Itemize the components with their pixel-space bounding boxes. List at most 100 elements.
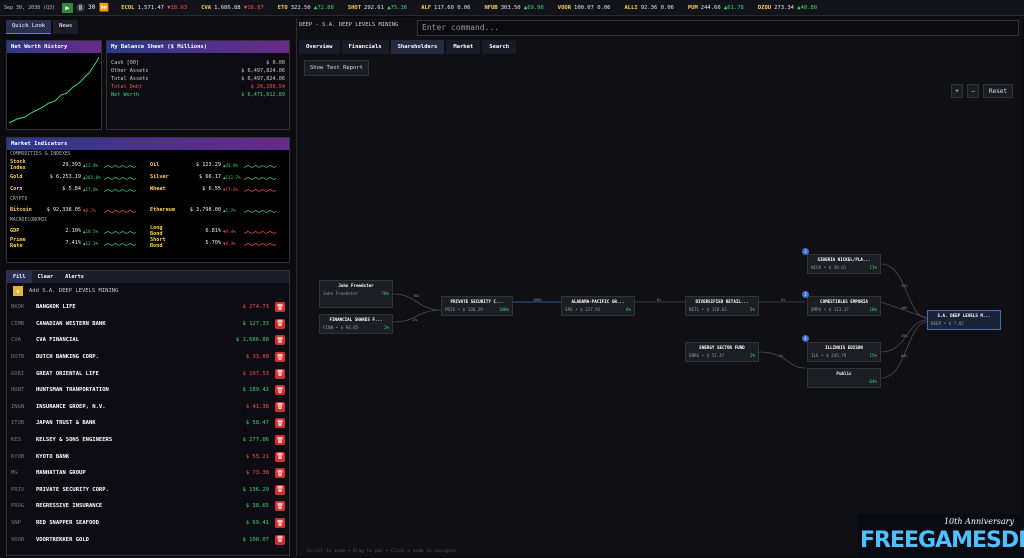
node-title: ILLINOIS EDISON xyxy=(825,345,863,350)
sparkline xyxy=(104,176,137,180)
indicator-value: $ 6.55 xyxy=(202,186,221,192)
trash-icon[interactable]: 🗑 xyxy=(275,335,285,346)
ticker-item[interactable]: ALF 117.60 0.06 xyxy=(421,5,470,11)
node-title: FINANCIAL SHARES F... xyxy=(329,317,383,322)
edge-label: 10% xyxy=(901,306,908,310)
trash-icon[interactable]: 🗑 xyxy=(275,401,285,412)
watch-price: $ 189.42 xyxy=(242,387,270,394)
watchlist-row[interactable]: BKOK BANGKOK LIFE $ 274.73 🗑 xyxy=(7,299,289,316)
watchlist-row[interactable]: PRIV PRIVATE SECURITY CORP. $ 136.29 🗑 xyxy=(7,482,289,499)
edge-label: 15% xyxy=(901,334,908,338)
node-sub: PRIV • $ 136.29 xyxy=(445,307,483,312)
watch-name: VOORTREKKER GOLD xyxy=(36,536,89,543)
watch-symbol: MG xyxy=(11,470,18,477)
trash-icon[interactable]: 🗑 xyxy=(275,435,285,446)
balance-row: Net Worth $ 6,471,612.89 xyxy=(107,91,289,99)
ticker-item[interactable]: ALLI 92.36 0.06 xyxy=(624,5,673,11)
indicator-row: Prime Rate 7.41% ▲12.3% xyxy=(10,237,146,249)
node-sub: EMPO • $ 113.37 xyxy=(811,307,849,312)
ticker-item[interactable]: ECOL 1,571.47 ▼18.63 xyxy=(121,5,187,11)
watchlist-row[interactable]: CIMB CANADIAN WESTERN BANK $ 127.33 🗑 xyxy=(7,316,289,333)
speed-display[interactable]: 30 xyxy=(88,4,95,11)
ticker-item[interactable]: ETO 322.50 ▲72.88 xyxy=(278,5,334,11)
ticker-item[interactable]: NFUB 303.50 ▲69.96 xyxy=(484,5,543,11)
node-comestibles-emporia[interactable]: COMESTIBLES EMPORIA EMPO • $ 113.37 10% xyxy=(807,296,881,316)
ticker-item[interactable]: VOOR 100.07 0.06 xyxy=(558,5,611,11)
ticker-item[interactable]: SHOT 292.61 ▲75.36 xyxy=(348,5,407,11)
node-diversified-retail[interactable]: DIVERSIFIED RETAIL... RETL • $ 118.63 5% xyxy=(685,296,759,316)
balance-sheet-title: My Balance Sheet ($ Millions) xyxy=(107,41,289,53)
watchlist-row[interactable]: CVA CVA FINANCIAL $ 1,686.88 🗑 xyxy=(7,332,289,349)
indicator-name: Bitcoin xyxy=(10,207,32,213)
add-to-watchlist[interactable]: ★ Add S.A. DEEP LEVELS MINING xyxy=(7,283,289,299)
fast-forward-button[interactable]: ⏩ xyxy=(99,3,109,12)
tab-news[interactable]: News xyxy=(53,20,79,34)
indicator-name: Stock Index xyxy=(10,159,26,171)
watchlist-row[interactable]: GORI GREAT ORIENTAL LIFE $ 107.53 🗑 xyxy=(7,365,289,382)
indicator-change: ▲10.5% xyxy=(83,228,99,234)
ticker-item[interactable]: PUM 244.66 ▲61.78 xyxy=(688,5,744,11)
alerts-button[interactable]: Alerts xyxy=(59,271,90,283)
watchlist-row[interactable]: INGN INSURANCE GROEP, N.V. $ 41.38 🗑 xyxy=(7,399,289,416)
node-john-freedster[interactable]: John Freedster John Freedster 78% xyxy=(319,280,393,308)
trash-icon[interactable]: 🗑 xyxy=(275,368,285,379)
node-sa-deep-levels[interactable]: S.A. DEEP LEVELS M... DEEP • $ 7.82 xyxy=(927,310,1001,330)
trash-icon[interactable]: 🗑 xyxy=(275,501,285,512)
star-icon[interactable]: ★ xyxy=(13,286,23,296)
ticker-price: 273.34 xyxy=(774,4,794,11)
ticker-symbol: ECOL xyxy=(121,4,135,11)
watchlist-row[interactable]: HUNT HUNTSMAN TRANPORTATION $ 189.42 🗑 xyxy=(7,382,289,399)
watchlist-row[interactable]: PROG REGRESSIVE INSURANCE $ 38.65 🗑 xyxy=(7,498,289,515)
node-pct: 15% xyxy=(869,353,877,358)
watch-name: CVA FINANCIAL xyxy=(36,337,80,344)
watchlist-row[interactable]: KYOB KYOTO BANK $ 55.21 🗑 xyxy=(7,448,289,465)
watchlist-row[interactable]: SNP RED SNAPPER SEAFOOD $ 69.41 🗑 xyxy=(7,515,289,532)
watch-name: GREAT ORIENTAL LIFE xyxy=(36,370,99,377)
indicator-value: $ 6,253.19 xyxy=(49,174,81,180)
node-illinois-edison[interactable]: ILLINOIS EDISON ILE • $ 245.78 15% xyxy=(807,342,881,362)
watchlist-row[interactable]: KES KELSEY & SONS ENGINEERS $ 277.06 🗑 xyxy=(7,432,289,449)
trash-icon[interactable]: 🗑 xyxy=(275,418,285,429)
watchlist-row[interactable]: VOOR VOORTREKKER GOLD $ 100.07 🗑 xyxy=(7,531,289,548)
node-alabama-pacific[interactable]: ALABAMA-PACIFIC GR... SPG • $ 227.91 6% xyxy=(561,296,635,316)
watchlist-row[interactable]: ITUB JAPAN TRUST & BANK $ 58.47 🗑 xyxy=(7,415,289,432)
node-public[interactable]: Public 64% xyxy=(807,368,881,388)
ticker-item[interactable]: DZOU 273.34 ▲40.80 xyxy=(758,5,817,11)
trash-icon[interactable]: 🗑 xyxy=(275,302,285,313)
trash-icon[interactable]: 🗑 xyxy=(275,518,285,529)
indicator-value: $ 66.17 xyxy=(199,174,221,180)
watch-symbol: DUTB xyxy=(11,354,25,361)
section-crypto: CRYPTO xyxy=(10,197,28,202)
watchlist-row[interactable]: MG MANHATTAN GROUP $ 73.38 🗑 xyxy=(7,465,289,482)
trash-icon[interactable]: 🗑 xyxy=(275,484,285,495)
play-button[interactable]: ▶ xyxy=(62,2,73,13)
trash-icon[interactable]: 🗑 xyxy=(275,468,285,479)
trash-icon[interactable]: 🗑 xyxy=(275,534,285,545)
tab-quick-look[interactable]: Quick Look xyxy=(6,20,52,34)
fill-button[interactable]: Fill xyxy=(7,271,32,283)
trash-icon[interactable]: 🗑 xyxy=(275,385,285,396)
watchlist-row[interactable]: DUTB DUTCH BANKING CORP. $ 33.88 🗑 xyxy=(7,349,289,366)
node-siberia-nickel[interactable]: SIBERIA NICKEL/PLA... NICK • $ 38.61 11% xyxy=(807,254,881,274)
node-financial-shares[interactable]: FINANCIAL SHARES F... FINN • $ 94.85 2% xyxy=(319,314,393,334)
watch-name: INSURANCE GROEP, N.V. xyxy=(36,403,106,410)
edge-label: 2% xyxy=(413,318,418,322)
node-energy-sector-fund[interactable]: ENERGY SECTOR FUND ENRG • $ 51.47 2% xyxy=(685,342,759,362)
indicator-value: 6.81% xyxy=(205,228,221,234)
pause-button[interactable]: ǁ xyxy=(76,3,85,12)
node-badge: 3 xyxy=(802,291,809,298)
watch-price: $ 100.07 xyxy=(242,536,270,543)
trash-icon[interactable]: 🗑 xyxy=(275,352,285,363)
node-private-security[interactable]: PRIVATE SECURITY C... PRIV • $ 136.29 100… xyxy=(441,296,513,316)
node-pct: 6% xyxy=(625,307,631,312)
trash-icon[interactable]: 🗑 xyxy=(275,318,285,329)
clear-button[interactable]: Clear xyxy=(32,271,60,283)
ticker-item[interactable]: CVA 1,686.88 ▼16.87 xyxy=(201,5,264,11)
indicator-row: GDP 2.10% ▲10.5% xyxy=(10,225,146,237)
market-indicators-panel: Market Indicators COMMODITIES & INDEXES … xyxy=(6,137,290,263)
node-title: COMESTIBLES EMPORIA xyxy=(820,299,868,304)
sparkline xyxy=(104,230,137,234)
watermark-brand: FREEGAMESDL xyxy=(860,528,1024,553)
net-worth-panel: Net Worth History xyxy=(6,40,102,130)
trash-icon[interactable]: 🗑 xyxy=(275,451,285,462)
